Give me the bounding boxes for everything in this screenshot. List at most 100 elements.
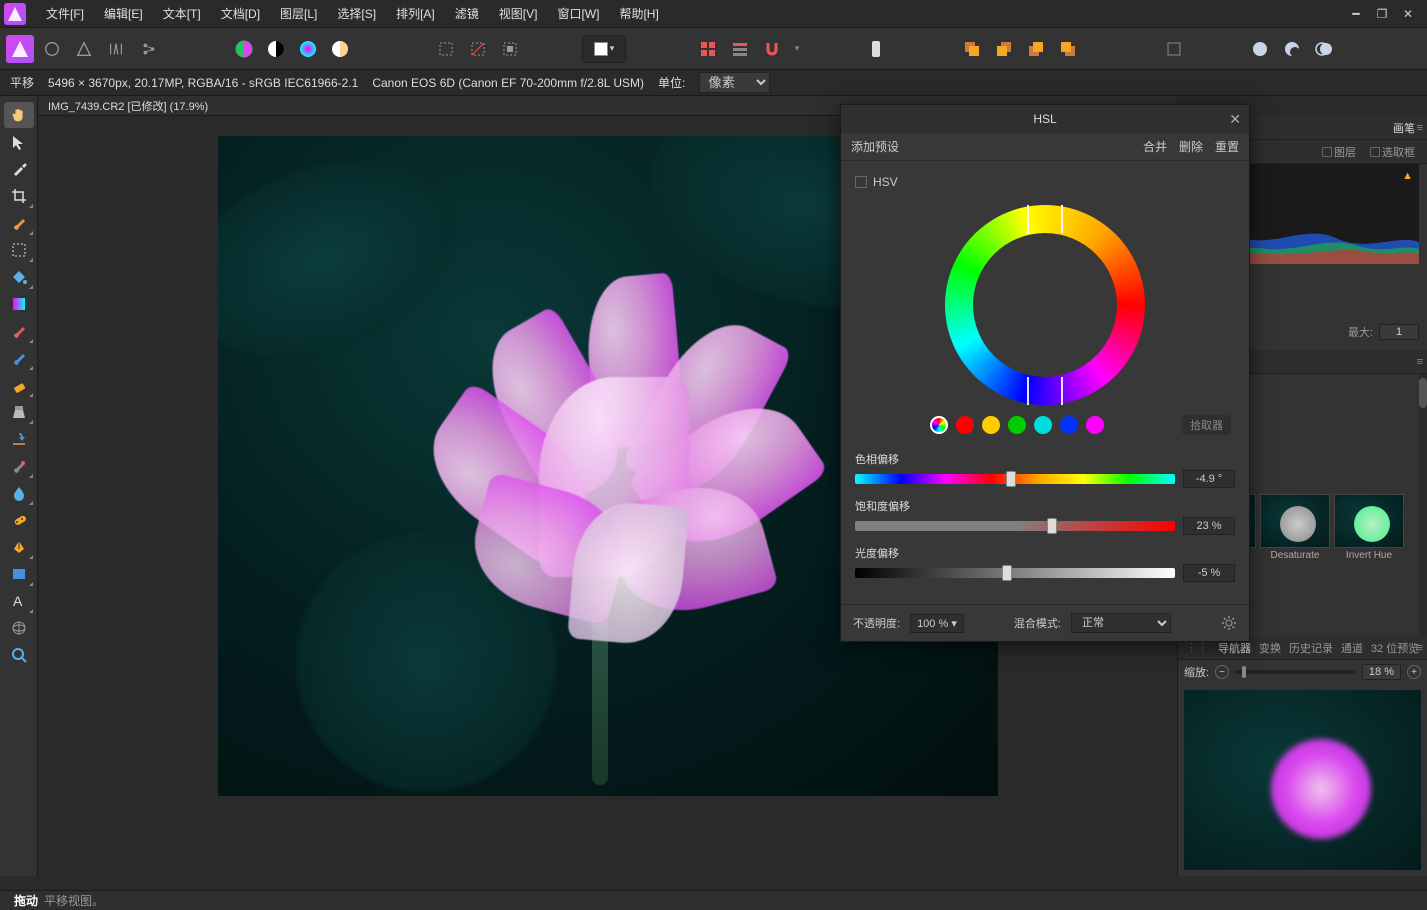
hsl-color-wheel[interactable] — [945, 205, 1145, 405]
minimize-button[interactable]: ━ — [1349, 7, 1363, 21]
menu-item[interactable]: 编辑[E] — [94, 5, 153, 22]
hue-value[interactable]: -4.9 ° — [1183, 470, 1235, 488]
snap-list-icon[interactable] — [726, 35, 754, 63]
delete-button[interactable]: 删除 — [1179, 138, 1203, 155]
blend-mode-select[interactable]: 正常 — [1071, 613, 1171, 633]
hsv-checkbox[interactable]: HSV — [855, 171, 1235, 199]
preset-item[interactable]: Invert Hue — [1334, 494, 1404, 565]
saturation-value[interactable]: 23 % — [1183, 517, 1235, 535]
auto-colors-icon[interactable] — [294, 35, 322, 63]
hsl-title-bar[interactable]: HSL ✕ — [841, 105, 1249, 133]
panel-menu-icon[interactable]: ≡ — [1417, 642, 1423, 654]
panel-menu-icon[interactable]: ≡ — [1417, 122, 1423, 134]
document-tab[interactable]: IMG_7439.CR2 [已修改] (17.9%) — [38, 98, 218, 114]
selection-invert-icon[interactable] — [496, 35, 524, 63]
nav-tab[interactable]: 通道 — [1341, 640, 1363, 656]
selection-none-icon[interactable] — [464, 35, 492, 63]
reset-button[interactable]: 重置 — [1215, 138, 1239, 155]
gear-icon[interactable] — [1221, 615, 1237, 631]
color-swatch[interactable] — [956, 416, 974, 434]
selection-brush-tool[interactable] — [4, 210, 34, 236]
color-picker-tool[interactable] — [4, 156, 34, 182]
subtract-circle-icon[interactable] — [1278, 35, 1306, 63]
add-preset-button[interactable]: 添加预设 — [851, 138, 899, 155]
navigator-preview[interactable] — [1184, 690, 1421, 870]
auto-levels-icon[interactable] — [230, 35, 258, 63]
zoom-slider[interactable] — [1235, 670, 1356, 674]
add-circle-icon[interactable] — [1246, 35, 1274, 63]
color-swatch[interactable] — [1034, 416, 1052, 434]
nav-tab[interactable]: 变换 — [1259, 640, 1281, 656]
healing-tool[interactable] — [4, 453, 34, 479]
preset-item[interactable]: Desaturate — [1260, 494, 1330, 565]
swatch-all[interactable] — [930, 416, 948, 434]
persona-tone-icon[interactable] — [102, 35, 130, 63]
quick-mask-toggle[interactable]: ▾ — [582, 35, 626, 63]
unit-select[interactable]: 像素 — [699, 72, 770, 93]
panel-menu-icon[interactable]: ≡ — [1417, 356, 1423, 368]
persona-photo-icon[interactable] — [6, 35, 34, 63]
menu-item[interactable]: 视图[V] — [489, 5, 548, 22]
arrange-backward-icon[interactable] — [1022, 35, 1050, 63]
crop-tool[interactable] — [4, 183, 34, 209]
saturation-slider[interactable] — [855, 521, 1175, 531]
assistant-icon[interactable] — [862, 35, 890, 63]
patch-tool[interactable] — [4, 507, 34, 533]
persona-liquify-icon[interactable] — [38, 35, 66, 63]
menu-item[interactable]: 文本[T] — [153, 5, 211, 22]
auto-wb-icon[interactable] — [326, 35, 354, 63]
hue-slider[interactable] — [855, 474, 1175, 484]
close-button[interactable]: ✕ — [1401, 7, 1415, 21]
menu-item[interactable]: 图层[L] — [270, 5, 327, 22]
dropdown-arrow-icon[interactable]: ▾ — [790, 35, 804, 63]
tab-layers[interactable]: 图层 — [1316, 144, 1362, 160]
blur-tool[interactable] — [4, 480, 34, 506]
persona-export-icon[interactable] — [134, 35, 162, 63]
flood-fill-tool[interactable] — [4, 264, 34, 290]
pixel-brush-tool[interactable] — [4, 345, 34, 371]
luminosity-slider[interactable] — [855, 568, 1175, 578]
menu-item[interactable]: 文件[F] — [36, 5, 94, 22]
arrange-forward-icon[interactable] — [990, 35, 1018, 63]
nav-tab[interactable]: 32 位预览 — [1371, 640, 1419, 656]
clone-tool[interactable] — [4, 399, 34, 425]
menu-item[interactable]: 文档[D] — [211, 5, 270, 22]
color-swatch[interactable] — [1060, 416, 1078, 434]
crop-transform-icon[interactable] — [1160, 35, 1188, 63]
pen-tool[interactable] — [4, 534, 34, 560]
rectangle-tool[interactable] — [4, 561, 34, 587]
menu-item[interactable]: 滤镜 — [445, 5, 489, 22]
persona-develop-icon[interactable] — [70, 35, 98, 63]
nav-tab[interactable]: 历史记录 — [1289, 640, 1333, 656]
color-swatch[interactable] — [1086, 416, 1104, 434]
grid-icon[interactable] — [694, 35, 722, 63]
menu-item[interactable]: 排列[A] — [386, 5, 445, 22]
menu-item[interactable]: 选择[S] — [327, 5, 386, 22]
selection-rect-icon[interactable] — [432, 35, 460, 63]
luminosity-value[interactable]: -5 % — [1183, 564, 1235, 582]
opacity-value[interactable]: 100 % ▾ — [910, 614, 964, 633]
zoom-out-icon[interactable]: − — [1215, 665, 1229, 679]
color-swatch[interactable] — [1008, 416, 1026, 434]
arrange-front-icon[interactable] — [958, 35, 986, 63]
inpainting-tool[interactable] — [4, 426, 34, 452]
snap-magnet-icon[interactable] — [758, 35, 786, 63]
hand-tool[interactable] — [4, 102, 34, 128]
zoom-tool[interactable] — [4, 642, 34, 668]
close-icon[interactable]: ✕ — [1229, 111, 1241, 128]
text-tool[interactable]: A — [4, 588, 34, 614]
zoom-in-icon[interactable]: + — [1407, 665, 1421, 679]
arrange-back-icon[interactable] — [1054, 35, 1082, 63]
marquee-tool[interactable] — [4, 237, 34, 263]
move-tool[interactable] — [4, 129, 34, 155]
paint-brush-tool[interactable] — [4, 318, 34, 344]
menu-item[interactable]: 窗口[W] — [547, 5, 609, 22]
mesh-tool[interactable] — [4, 615, 34, 641]
gradient-tool[interactable] — [4, 291, 34, 317]
merge-button[interactable]: 合并 — [1143, 138, 1167, 155]
zoom-value[interactable]: 18 % — [1362, 664, 1401, 680]
drag-handle-icon[interactable]: ⋮⋮ — [1184, 641, 1210, 654]
maximize-button[interactable]: ❐ — [1375, 7, 1389, 21]
max-input[interactable] — [1379, 324, 1419, 340]
menu-item[interactable]: 帮助[H] — [609, 5, 668, 22]
